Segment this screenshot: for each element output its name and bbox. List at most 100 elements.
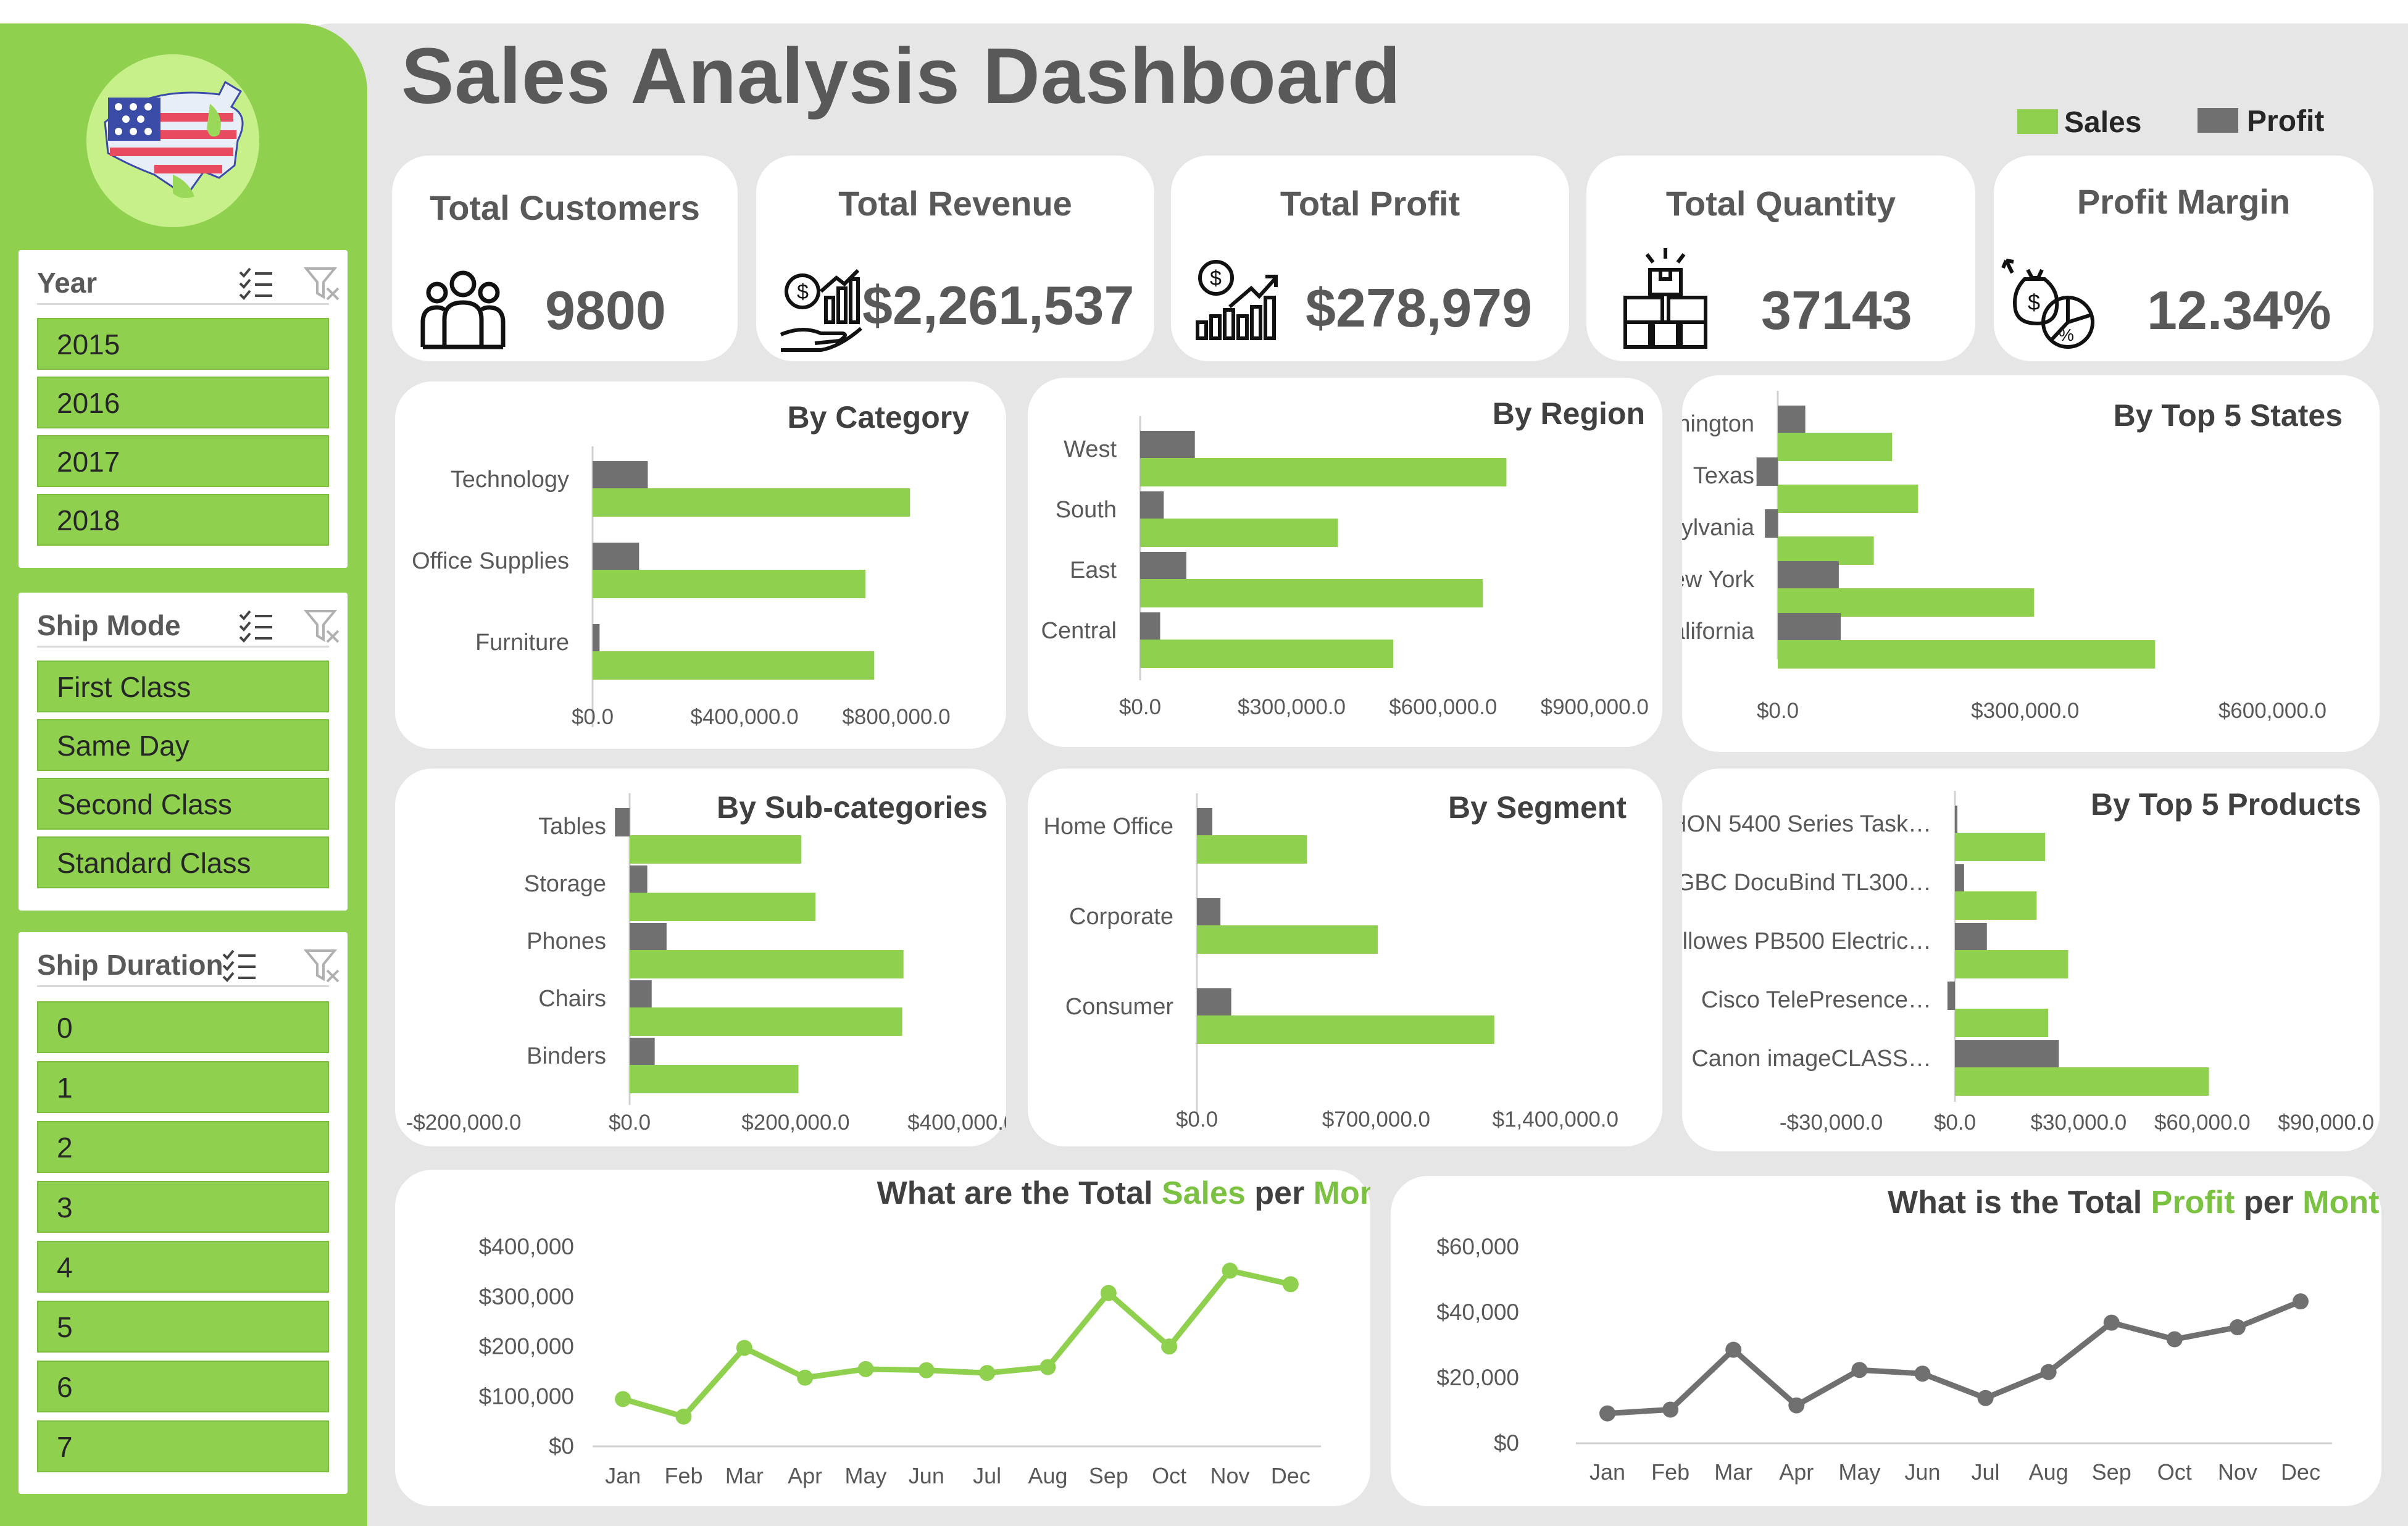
profit-bar — [1140, 612, 1160, 641]
data-point — [2292, 1293, 2309, 1310]
slicer-item[interactable]: Same Day — [37, 719, 329, 771]
kpi-value: 37143 — [1761, 280, 1912, 341]
profit-bar — [593, 543, 639, 571]
data-point — [1039, 1359, 1056, 1375]
slicer-item[interactable]: 2016 — [37, 377, 329, 428]
category-label: Chairs — [538, 986, 606, 1012]
chart-title: By Region — [1493, 396, 1645, 431]
svg-text:$: $ — [797, 280, 809, 304]
slicer-ship-mode: Ship Mode First Class Same Day Second Class… — [19, 593, 348, 911]
x-tick-label: Jun — [1904, 1459, 1940, 1485]
slicer-item[interactable]: 3 — [37, 1181, 329, 1233]
x-tick-label: $400,000.0 — [690, 705, 798, 729]
multi-select-icon[interactable] — [238, 609, 275, 643]
y-tick-label: $0 — [1494, 1430, 1519, 1456]
chart-card-region: By Region West South East Central $0.0 $300,00… — [1028, 378, 1662, 747]
category-label: GBC DocuBind TL300… — [1682, 870, 1931, 896]
sales-bar — [1955, 1009, 2049, 1037]
chart-title-part: Profit — [2151, 1185, 2235, 1220]
category-label: Central — [1041, 618, 1117, 644]
slicer-item-label: Standard Class — [57, 847, 251, 879]
slicer-item[interactable]: Standard Class — [37, 836, 329, 888]
kpi-title: Total Profit — [1280, 184, 1460, 223]
slicer-title: Ship Mode — [37, 609, 181, 641]
category-label: Home Office — [1044, 814, 1173, 840]
x-tick-label: -$200,000.0 — [406, 1111, 522, 1135]
x-tick-label: Apr — [1779, 1459, 1814, 1485]
profit-bar — [1140, 491, 1164, 520]
slicer-item[interactable]: 5 — [37, 1301, 329, 1353]
y-tick-label: $40,000 — [1436, 1299, 1519, 1325]
x-tick-label: $200,000.0 — [741, 1111, 849, 1135]
slicer-item[interactable]: First Class — [37, 661, 329, 712]
category-label: New York — [1682, 567, 1755, 593]
clear-filter-icon[interactable] — [304, 948, 341, 983]
chart-title-part: per — [1246, 1175, 1314, 1211]
legend-item-profit: Profit — [2198, 102, 2383, 139]
y-tick-label: $300,000 — [479, 1284, 574, 1309]
chart-title-part: Sales — [1162, 1175, 1246, 1211]
category-bar-chart: By Category Technology Office Supplies Furn… — [412, 400, 969, 729]
svg-text:%: % — [2059, 325, 2074, 344]
x-tick-label: $800,000.0 — [842, 705, 950, 729]
profit-bar — [1140, 431, 1195, 459]
slicer-header: Year — [37, 259, 340, 305]
x-tick-label: $1,400,000.0 — [1493, 1107, 1619, 1132]
multi-select-icon[interactable] — [221, 948, 258, 983]
slicer-item[interactable]: 2018 — [37, 494, 329, 546]
slicer-item-label: 2017 — [57, 446, 120, 478]
profit-bar — [630, 980, 652, 1009]
category-label: Binders — [527, 1043, 606, 1069]
chart-title-part: What is the Total — [1888, 1185, 2151, 1220]
people-icon — [420, 270, 506, 349]
states-bar-chart: By Top 5 States Washington Texas Pennsylvan… — [1682, 391, 2343, 723]
data-point — [857, 1361, 874, 1377]
y-tick-label: $60,000 — [1436, 1234, 1519, 1259]
slicer-item[interactable]: 1 — [37, 1061, 329, 1113]
x-tick-label: Jul — [973, 1463, 1001, 1488]
x-tick-label: Dec — [1271, 1463, 1310, 1488]
slicer-item[interactable]: 2 — [37, 1121, 329, 1173]
x-tick-label: Aug — [1028, 1463, 1067, 1488]
kpi-value: $2,261,537 — [862, 275, 1135, 336]
slicer-item-label: 2 — [57, 1132, 73, 1164]
chart-card-subcat: By Sub-categories Tables Storage Phones Chai… — [395, 769, 1006, 1146]
x-tick-label: $700,000.0 — [1322, 1107, 1430, 1132]
clear-filter-icon[interactable] — [304, 609, 341, 643]
profit-bar — [1778, 406, 1806, 434]
slicer-item[interactable]: 0 — [37, 1001, 329, 1053]
x-tick-label: $0.0 — [572, 705, 614, 729]
slicer-item[interactable]: 7 — [37, 1420, 329, 1472]
y-tick-label: $0 — [549, 1433, 574, 1459]
x-tick-label: Apr — [788, 1463, 822, 1488]
slicer-item-label: 7 — [57, 1431, 73, 1463]
x-tick-label: $30,000.0 — [2031, 1111, 2127, 1135]
category-label: California — [1682, 619, 1755, 644]
sales-bar — [593, 570, 866, 598]
multi-select-icon[interactable] — [238, 266, 275, 301]
slicer-item[interactable]: 2017 — [37, 435, 329, 487]
category-label: Office Supplies — [412, 548, 569, 574]
segment-bar-chart: By Segment Home Office Corporate Consumer $0… — [1044, 790, 1627, 1132]
sales-bar — [630, 1007, 902, 1036]
data-point — [1851, 1362, 1868, 1378]
boxes-icon — [1623, 248, 1707, 349]
kpi-title: Total Customers — [430, 188, 700, 227]
sales-bar — [1778, 485, 1918, 513]
slicer-item[interactable]: 2015 — [37, 318, 329, 370]
slicer-item-label: Same Day — [57, 730, 190, 762]
series-line — [622, 1267, 1291, 1420]
data-point — [2103, 1314, 2120, 1331]
slicer-item-label: 2015 — [57, 328, 120, 361]
chart-card-states: By Top 5 States Washington Texas Pennsylvan… — [1682, 375, 2380, 752]
chart-card-segment: By Segment Home Office Corporate Consumer $0… — [1028, 769, 1662, 1146]
profit-bar — [1955, 806, 1957, 834]
chart-title-part: Month — [1314, 1175, 1370, 1211]
slicer-item-label: First Class — [57, 671, 191, 703]
slicer-item[interactable]: Second Class — [37, 778, 329, 830]
clear-filter-icon[interactable] — [304, 266, 341, 301]
slicer-item[interactable]: 4 — [37, 1241, 329, 1293]
sales-bar — [1778, 588, 2035, 617]
slicer-item[interactable]: 6 — [37, 1361, 329, 1412]
x-tick-label: $300,000.0 — [1971, 699, 2079, 723]
